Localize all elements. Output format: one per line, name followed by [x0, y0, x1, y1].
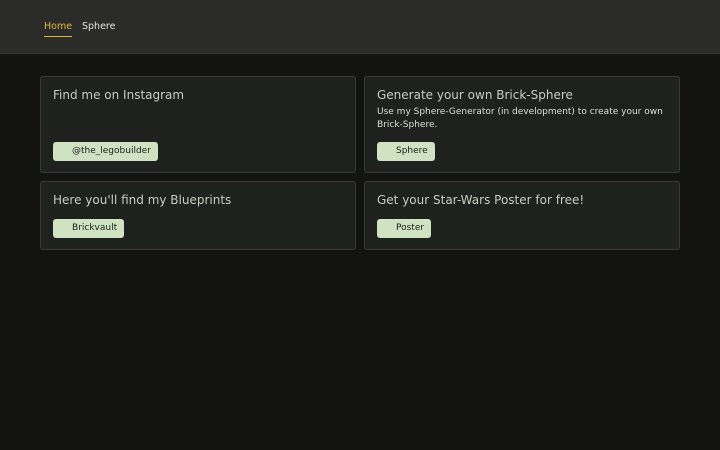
instagram-card: Find me on Instagram @the_legobuilder [40, 76, 356, 173]
top-navbar: Home Sphere [0, 0, 720, 54]
sphere-card-title: Generate your own Brick-Sphere [377, 88, 573, 102]
nav-link-sphere[interactable]: Sphere [82, 21, 115, 36]
sphere-card: Generate your own Brick-Sphere Use my Sp… [364, 76, 680, 173]
sphere-card-description: Use my Sphere-Generator (in development)… [377, 107, 663, 130]
blueprints-card: Here you'll find my Blueprints Brickvaul… [40, 181, 356, 250]
instagram-card-title: Find me on Instagram [53, 88, 185, 102]
nav-link-home[interactable]: Home [44, 21, 73, 37]
blueprints-card-title: Here you'll find my Blueprints [53, 193, 232, 207]
poster-card: Get your Star-Wars Poster for free! Post… [364, 181, 680, 250]
brickvault-button[interactable]: Brickvault [53, 219, 125, 238]
instagram-button[interactable]: @the_legobuilder [53, 142, 158, 161]
sphere-button[interactable]: Sphere [377, 142, 435, 161]
poster-card-title: Get your Star-Wars Poster for free! [377, 193, 585, 207]
poster-button[interactable]: Poster [377, 219, 432, 238]
